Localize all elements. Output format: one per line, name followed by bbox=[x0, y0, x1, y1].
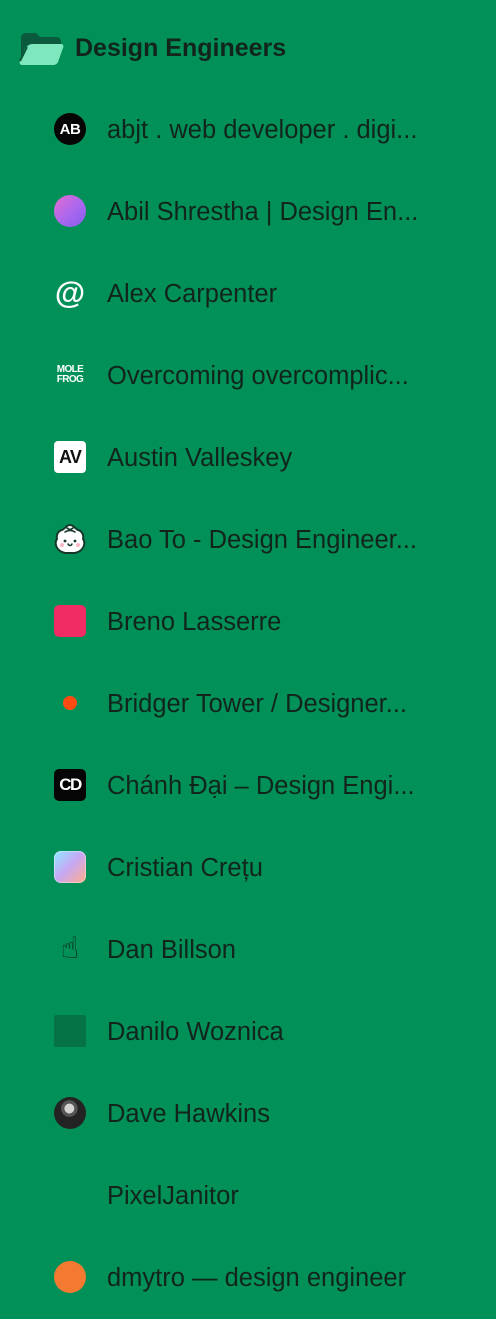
bookmark-label: Danilo Woznica bbox=[107, 1018, 284, 1046]
cd-favicon-icon: CD bbox=[54, 769, 86, 801]
bookmark-label: Dan Billson bbox=[107, 936, 236, 964]
bookmark-label: Cristian Crețu bbox=[107, 854, 263, 882]
bookmark-item[interactable]: Danilo Woznica bbox=[0, 991, 496, 1073]
glass-gradient-favicon-icon bbox=[54, 851, 86, 883]
bookmark-label: Bridger Tower / Designer... bbox=[107, 690, 407, 718]
pixel-grid-favicon-icon bbox=[54, 1179, 86, 1211]
bookmark-list: AB abjt . web developer . digi... Abil S… bbox=[0, 89, 496, 1319]
bookmark-item[interactable]: Dave Hawkins bbox=[0, 1073, 496, 1155]
orange-dot-favicon-icon bbox=[63, 696, 77, 710]
orange-circle-favicon-icon bbox=[54, 1261, 86, 1293]
bao-bun-favicon-icon bbox=[53, 522, 87, 556]
bookmark-label: Chánh Đại – Design Engi... bbox=[107, 772, 415, 800]
av-favicon-icon: AV bbox=[54, 441, 86, 473]
green-square-favicon-icon bbox=[54, 1015, 86, 1047]
abjt-favicon-icon: AB bbox=[54, 113, 86, 145]
bookmark-item[interactable]: CD Chánh Đại – Design Engi... bbox=[0, 745, 496, 827]
at-symbol-favicon-icon: @ bbox=[54, 277, 86, 309]
bookmark-item[interactable]: MOLE FROG Overcoming overcomplic... bbox=[0, 335, 496, 417]
bookmark-item[interactable]: Abil Shrestha | Design En... bbox=[0, 171, 496, 253]
folder-header[interactable]: Design Engineers bbox=[18, 26, 458, 70]
bookmark-label: Austin Valleskey bbox=[107, 444, 293, 472]
bookmark-label: Dave Hawkins bbox=[107, 1100, 270, 1128]
mole-frog-favicon-icon: MOLE FROG bbox=[54, 359, 86, 391]
avatar-favicon-icon bbox=[54, 1097, 86, 1129]
hand-favicon-icon: ☝ bbox=[60, 933, 80, 965]
folder-title: Design Engineers bbox=[75, 34, 287, 62]
bookmark-label: Alex Carpenter bbox=[107, 280, 278, 308]
bookmark-item[interactable]: @ Alex Carpenter bbox=[0, 253, 496, 335]
bookmark-item[interactable]: Breno Lasserre bbox=[0, 581, 496, 663]
red-square-favicon-icon bbox=[54, 605, 86, 637]
bookmark-item[interactable]: ☝ Dan Billson bbox=[0, 909, 496, 991]
bookmark-label: PixelJanitor bbox=[107, 1182, 239, 1210]
gradient-circle-favicon-icon bbox=[54, 195, 86, 227]
bookmark-item[interactable]: Bao To - Design Engineer... bbox=[0, 499, 496, 581]
bookmark-item[interactable]: Cristian Crețu bbox=[0, 827, 496, 909]
bookmark-label: Bao To - Design Engineer... bbox=[107, 526, 417, 554]
bookmark-item[interactable]: AB abjt . web developer . digi... bbox=[0, 89, 496, 171]
bookmark-label: abjt . web developer . digi... bbox=[107, 116, 418, 144]
bookmark-label: Overcoming overcomplic... bbox=[107, 362, 409, 390]
bookmark-item[interactable]: PixelJanitor bbox=[0, 1155, 496, 1237]
bookmark-label: Abil Shrestha | Design En... bbox=[107, 198, 419, 226]
bookmark-label: Breno Lasserre bbox=[107, 608, 282, 636]
bookmark-item[interactable]: dmytro — design engineer bbox=[0, 1237, 496, 1319]
bookmark-label: dmytro — design engineer bbox=[107, 1264, 407, 1292]
open-folder-icon bbox=[18, 30, 64, 66]
frog-text: FROG bbox=[56, 374, 84, 385]
bookmark-item[interactable]: Bridger Tower / Designer... bbox=[0, 663, 496, 745]
bookmark-item[interactable]: AV Austin Valleskey bbox=[0, 417, 496, 499]
